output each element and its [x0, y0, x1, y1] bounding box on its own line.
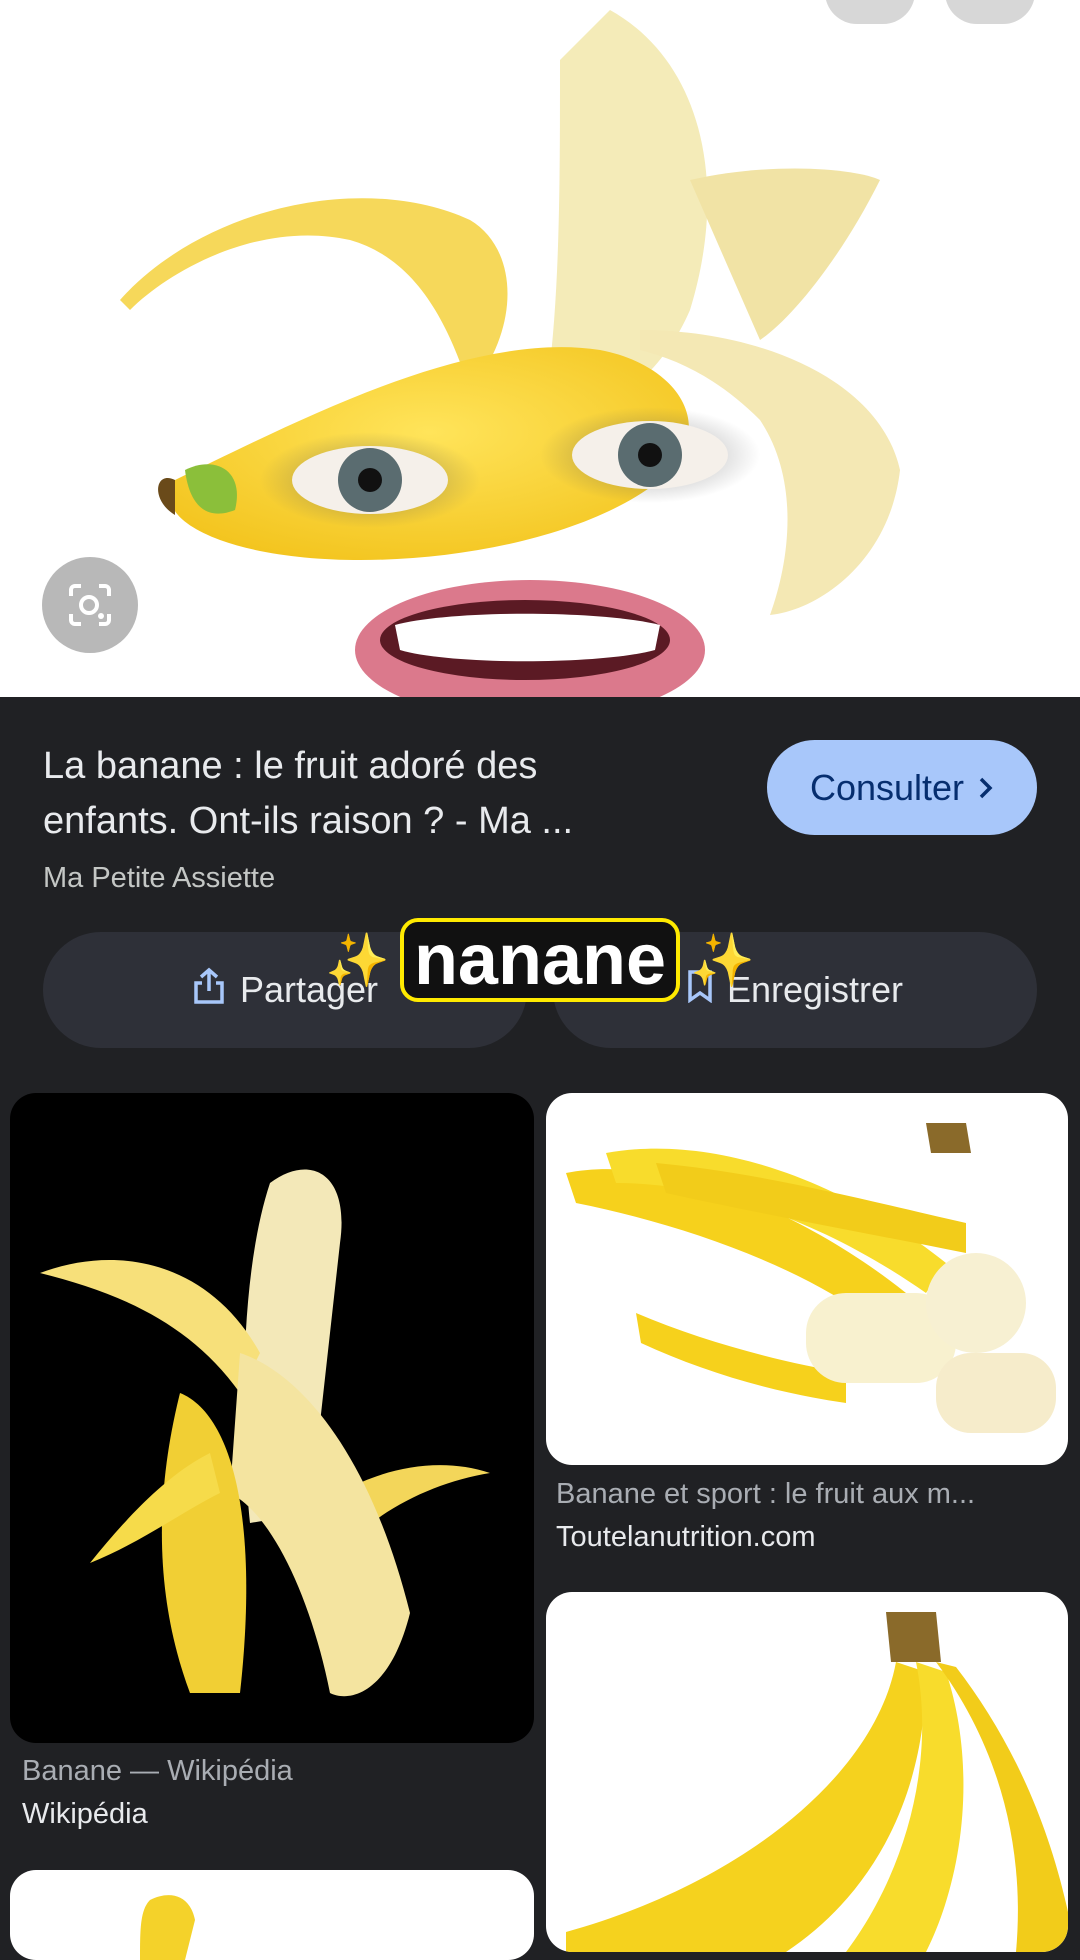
partial-banana-image — [140, 1895, 195, 1960]
grid-image-bananas[interactable] — [546, 1592, 1068, 1952]
banana-bunch-image — [566, 1123, 1056, 1433]
result-title[interactable]: La banane : le fruit adoré des enfants. … — [43, 739, 683, 849]
result-source: Ma Petite Assiette — [43, 862, 276, 894]
consult-button[interactable]: Consulter — [767, 740, 1037, 835]
grid-image-banana-bunch[interactable] — [546, 1093, 1068, 1465]
consult-label: Consulter — [809, 766, 965, 808]
chevron-right-icon — [978, 767, 994, 809]
caption-text: nanane — [399, 918, 681, 1002]
sparkle-icon: ✨ — [325, 931, 390, 990]
grid-subtitle: Banane et sport : le fruit aux m... — [556, 1478, 976, 1510]
result-info-panel: La banane : le fruit adoré des enfants. … — [0, 697, 1080, 1087]
sparkle-icon: ✨ — [690, 931, 755, 990]
banana-face-image — [120, 10, 900, 697]
lens-icon[interactable] — [42, 557, 138, 653]
grid-site[interactable]: Wikipédia — [22, 1798, 522, 1831]
video-caption: ✨ nanane ✨ — [280, 918, 800, 1002]
peeled-banana-image — [40, 1169, 490, 1697]
hero-image[interactable] — [0, 0, 1080, 697]
grid-image-peeled-banana[interactable] — [10, 1093, 534, 1743]
share-icon — [192, 967, 226, 1014]
grid-subtitle: Banane — Wikipédia — [22, 1755, 293, 1787]
grid-caption-1: Banane — Wikipédia Wikipédia — [22, 1755, 522, 1831]
grid-caption-2: Banane et sport : le fruit aux m... Tout… — [556, 1478, 1056, 1554]
bananas-image — [566, 1612, 1068, 1952]
grid-site[interactable]: Toutelanutrition.com — [556, 1521, 1056, 1554]
grid-image-partial[interactable] — [10, 1870, 534, 1960]
